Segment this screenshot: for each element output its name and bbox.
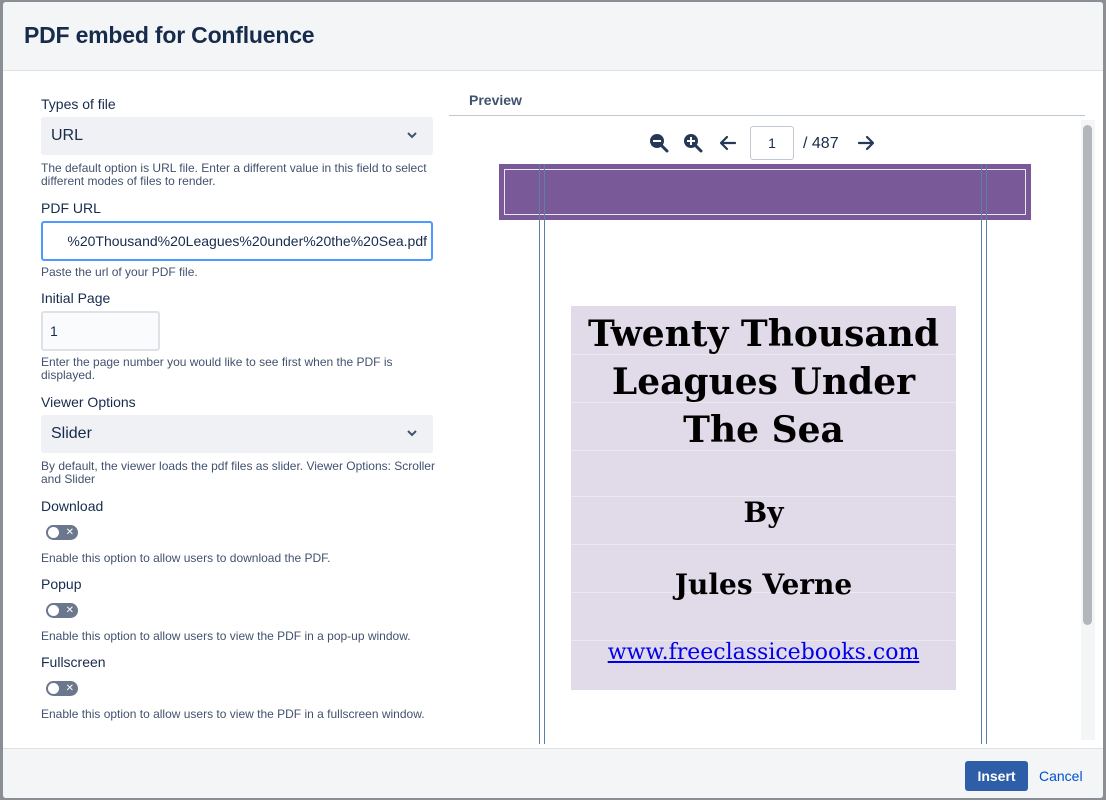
types-of-file-select[interactable]: URL [41, 117, 433, 155]
dialog-title: PDF embed for Confluence [24, 22, 315, 48]
zoom-in-icon[interactable] [683, 133, 703, 153]
toggle-knob [48, 605, 59, 616]
viewer-options-value: Slider [51, 425, 92, 442]
book-title: Twenty Thousand Leagues Under The Sea [587, 313, 940, 451]
book-author: Jules Verne [674, 568, 853, 601]
preview-tab[interactable]: Preview [469, 92, 522, 108]
dialog-footer: Insert Cancel [3, 748, 1103, 798]
toggle-knob [48, 683, 59, 694]
initial-page-value: 1 [50, 323, 58, 339]
download-help: Enable this option to allow users to dow… [41, 551, 331, 565]
viewer-options-label: Viewer Options [41, 394, 136, 410]
popup-toggle[interactable]: ✕ [46, 603, 78, 618]
cover-rule [544, 164, 545, 744]
initial-page-label: Initial Page [41, 290, 111, 306]
book-by: By [743, 496, 784, 529]
cover-rule [539, 164, 540, 744]
download-label: Download [41, 498, 104, 514]
cancel-button[interactable]: Cancel [1039, 768, 1083, 784]
pdf-url-label: PDF URL [41, 200, 101, 216]
viewer-options-select[interactable]: Slider [41, 415, 433, 453]
download-toggle[interactable]: ✕ [46, 525, 78, 540]
popup-label: Popup [41, 576, 82, 592]
toggle-off-icon: ✕ [65, 605, 74, 616]
chevron-down-icon [407, 132, 417, 139]
row-line [571, 544, 956, 545]
fullscreen-toggle[interactable]: ✕ [46, 681, 78, 696]
preview-scrollbar[interactable] [1081, 120, 1095, 740]
book-link[interactable]: www.freeclassicebooks.com [571, 640, 956, 665]
initial-page-input[interactable]: 1 [41, 311, 160, 351]
pdf-embed-dialog: PDF embed for Confluence Types of file U… [3, 2, 1103, 798]
viewer-options-help: By default, the viewer loads the pdf fil… [41, 459, 435, 486]
pdf-url-input[interactable]: %20Thousand%20Leagues%20under%20the%20Se… [41, 221, 433, 261]
pdf-url-value: %20Thousand%20Leagues%20under%20the%20Se… [67, 233, 427, 249]
zoom-out-icon[interactable] [649, 133, 669, 153]
cover-title-block: Twenty Thousand Leagues Under The Sea By… [571, 306, 956, 690]
cover-banner-frame [504, 169, 1026, 215]
popup-help: Enable this option to allow users to vie… [41, 629, 411, 643]
toggle-off-icon: ✕ [65, 683, 74, 694]
cover-rule [981, 164, 982, 744]
current-page-input[interactable]: 1 [750, 126, 794, 160]
pdf-page-preview: Twenty Thousand Leagues Under The Sea By… [499, 164, 1031, 744]
preview-divider [449, 115, 1085, 116]
cover-banner [499, 164, 1031, 220]
arrow-left-icon[interactable] [718, 133, 738, 153]
toggle-knob [48, 527, 59, 538]
fullscreen-help: Enable this option to allow users to vie… [41, 707, 425, 721]
cover-rule [986, 164, 987, 744]
page-total: / 487 [803, 135, 839, 152]
toggle-off-icon: ✕ [65, 527, 74, 538]
arrow-right-icon[interactable] [856, 133, 876, 153]
pdf-url-help: Paste the url of your PDF file. [41, 265, 198, 279]
insert-button[interactable]: Insert [965, 761, 1028, 791]
types-of-file-label: Types of file [41, 96, 116, 112]
scrollbar-thumb[interactable] [1083, 125, 1092, 625]
initial-page-help: Enter the page number you would like to … [41, 355, 393, 382]
fullscreen-label: Fullscreen [41, 654, 106, 670]
types-of-file-value: URL [51, 127, 84, 144]
dialog-header: PDF embed for Confluence [3, 2, 1103, 71]
chevron-down-icon [407, 430, 417, 437]
types-of-file-help: The default option is URL file. Enter a … [41, 161, 427, 188]
